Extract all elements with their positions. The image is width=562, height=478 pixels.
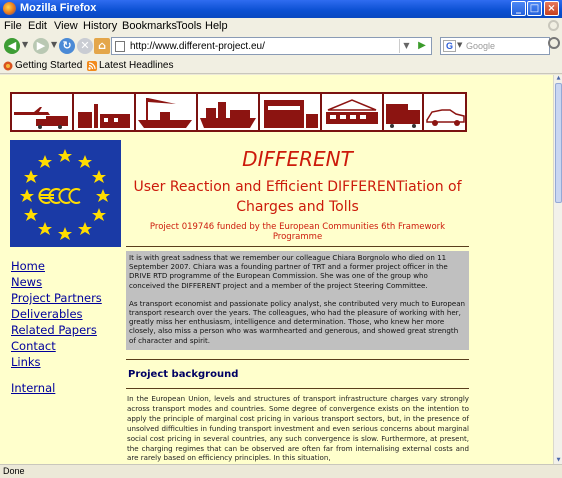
menu-bar: File Edit View History Bookmarks Tools H…: [0, 18, 562, 34]
lorry-icon: [384, 94, 424, 130]
scroll-thumb[interactable]: [555, 83, 562, 203]
status-text: Done: [3, 466, 25, 476]
menu-history[interactable]: History: [83, 20, 117, 32]
url-history-dropdown[interactable]: ▼: [399, 39, 413, 53]
bookmarks-toolbar: Getting Started Latest Headlines: [0, 58, 562, 74]
firefox-icon: [3, 2, 16, 15]
window-title: Mozilla Firefox: [20, 2, 97, 14]
address-bar[interactable]: ▼ ▶: [111, 37, 432, 55]
getting-started-icon: [3, 61, 13, 71]
section-heading: Project background: [128, 369, 239, 380]
eu-flag-logo: [10, 140, 121, 247]
maximize-button[interactable]: □: [527, 1, 542, 16]
section-body: In the European Union, levels and struct…: [127, 394, 469, 463]
navigation-toolbar: ◀ ▼ ▶ ▼ ↻ ✕ ⌂ ▼ ▶ G ▼: [0, 34, 562, 58]
divider: [126, 359, 469, 360]
menu-bookmarks[interactable]: Bookmarks: [122, 20, 177, 32]
google-engine-icon[interactable]: G: [443, 40, 456, 52]
divider: [126, 388, 469, 389]
nav-link-news[interactable]: News: [11, 275, 42, 289]
nav-link-home[interactable]: Home: [11, 259, 45, 273]
vertical-scrollbar[interactable]: ▲ ▼: [553, 75, 562, 464]
back-button[interactable]: ◀: [4, 38, 20, 54]
engine-dropdown-icon[interactable]: ▼: [457, 41, 462, 49]
minimize-button[interactable]: _: [511, 1, 526, 16]
bookmark-getting-started[interactable]: Getting Started: [15, 60, 82, 71]
menu-help[interactable]: Help: [205, 20, 228, 32]
bookmark-latest-headlines[interactable]: Latest Headlines: [99, 60, 174, 71]
nav-link-project-partners[interactable]: Project Partners: [11, 291, 102, 305]
close-button[interactable]: ×: [544, 1, 559, 16]
memorial-notice: It is with great sadness that we remembe…: [126, 251, 469, 350]
crane-ship-icon: [136, 94, 198, 130]
memorial-paragraph: As transport economist and passionate po…: [129, 298, 466, 345]
throbber-icon: [548, 20, 559, 31]
search-input[interactable]: [466, 39, 546, 53]
nav-link-deliverables[interactable]: Deliverables: [11, 307, 83, 321]
car-icon: [424, 94, 467, 130]
menu-view[interactable]: View: [54, 20, 78, 32]
forward-history-dropdown[interactable]: ▼: [51, 40, 57, 49]
back-history-dropdown[interactable]: ▼: [22, 40, 28, 49]
nav-link-internal[interactable]: Internal: [11, 381, 55, 395]
title-bar: Mozilla Firefox _ □ ×: [0, 0, 562, 18]
search-go-icon[interactable]: [548, 37, 560, 49]
warehouse-icon: [260, 94, 322, 130]
search-bar[interactable]: G ▼: [440, 37, 550, 55]
home-button[interactable]: ⌂: [94, 38, 110, 54]
page-viewport[interactable]: DIFFERENT User Reaction and Efficient DI…: [0, 75, 553, 464]
funding-note: Project 019746 funded by the European Co…: [149, 222, 446, 242]
scroll-down-icon[interactable]: ▼: [555, 457, 562, 464]
reload-button[interactable]: ↻: [59, 38, 75, 54]
memorial-paragraph: It is with great sadness that we remembe…: [129, 253, 448, 290]
stop-button[interactable]: ✕: [77, 38, 93, 54]
airplane-truck-icon: [12, 94, 74, 130]
status-bar: Done: [0, 464, 562, 478]
url-input[interactable]: [130, 39, 400, 53]
transport-banner: [10, 92, 467, 132]
forward-button[interactable]: ▶: [33, 38, 49, 54]
nav-link-contact[interactable]: Contact: [11, 339, 56, 353]
menu-file[interactable]: File: [4, 20, 22, 32]
train-icon: [322, 94, 384, 130]
menu-edit[interactable]: Edit: [28, 20, 47, 32]
cargo-ship-icon: [198, 94, 260, 130]
scroll-up-icon[interactable]: ▲: [555, 75, 562, 82]
go-button[interactable]: ▶: [415, 39, 429, 53]
menu-tools[interactable]: Tools: [176, 20, 202, 32]
nav-link-links[interactable]: Links: [11, 355, 41, 369]
project-title: DIFFERENT: [242, 147, 353, 171]
factory-icon: [74, 94, 136, 130]
page-icon: [115, 41, 125, 52]
divider: [126, 246, 469, 247]
nav-link-related-papers[interactable]: Related Papers: [11, 323, 97, 337]
project-subtitle: User Reaction and Efficient DIFFERENTiat…: [133, 179, 462, 215]
rss-icon: [87, 61, 97, 71]
